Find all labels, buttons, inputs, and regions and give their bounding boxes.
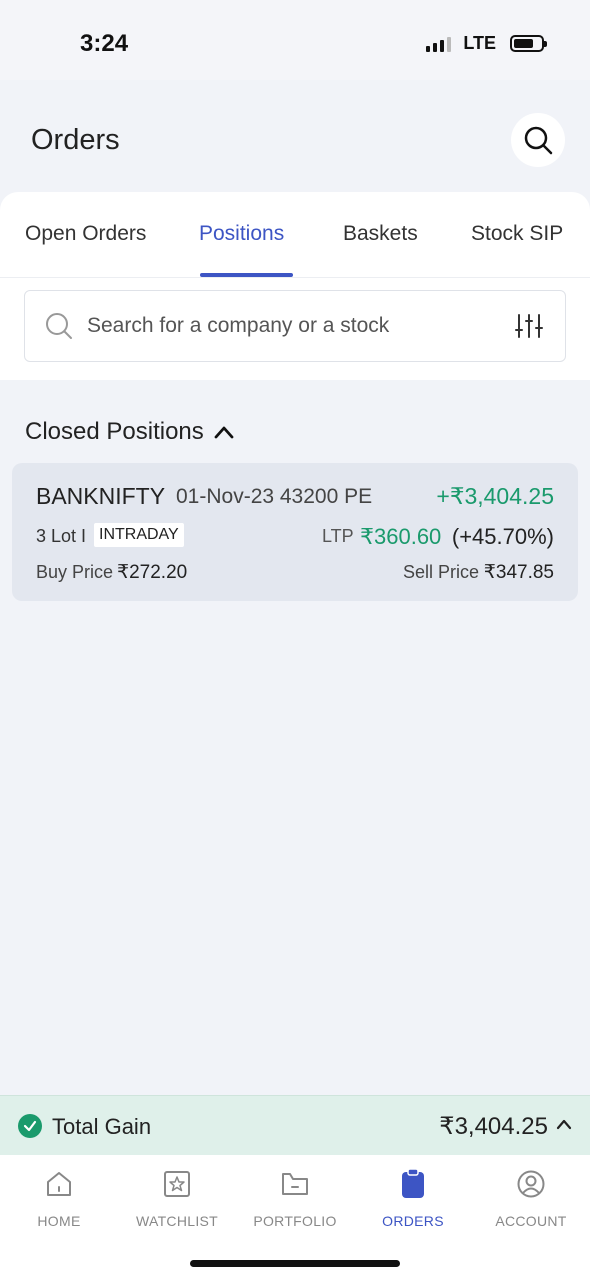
section-title: Closed Positions <box>25 418 204 445</box>
search-button[interactable] <box>511 113 565 167</box>
product-badge: INTRADAY <box>94 523 184 547</box>
closed-positions-toggle[interactable]: Closed Positions <box>25 418 234 446</box>
total-gain-value: ₹3,404.25 <box>439 1113 548 1140</box>
total-gain-bar[interactable]: Total Gain ₹3,404.25 <box>0 1095 590 1155</box>
search-icon <box>524 126 553 155</box>
nav-portfolio[interactable]: PORTFOLIO <box>236 1167 354 1229</box>
status-time: 3:24 <box>80 30 129 57</box>
buy-price-label: Buy Price <box>36 562 114 582</box>
position-contract: 01-Nov-23 43200 PE <box>176 485 373 508</box>
ltp-label: LTP <box>322 526 354 546</box>
chevron-up-icon <box>214 426 234 439</box>
star-icon <box>164 1171 190 1197</box>
nav-label: ACCOUNT <box>495 1213 567 1229</box>
home-icon <box>47 1172 71 1196</box>
search-placeholder: Search for a company or a stock <box>87 314 390 337</box>
active-tab-indicator <box>200 273 293 277</box>
position-card[interactable]: BANKNIFTY 01-Nov-23 43200 PE +₹3,404.25 … <box>12 463 578 601</box>
nav-label: WATCHLIST <box>135 1213 219 1229</box>
total-gain-label: Total Gain <box>52 1114 152 1139</box>
tabs-panel: Open Orders Positions Baskets Stock SIP … <box>0 192 590 380</box>
nav-account[interactable]: ACCOUNT <box>472 1167 590 1229</box>
battery-icon <box>510 35 547 52</box>
nav-label: PORTFOLIO <box>253 1213 337 1229</box>
status-indicators: LTE <box>426 33 547 54</box>
page-header: Orders <box>0 88 590 194</box>
position-pnl: +₹3,404.25 <box>436 483 554 509</box>
folder-icon <box>282 1173 308 1195</box>
tab-positions[interactable]: Positions <box>199 222 284 246</box>
nav-home[interactable]: HOME <box>0 1167 118 1229</box>
buy-price-value: ₹272.20 <box>117 562 188 583</box>
ltp-change: (+45.70%) <box>451 524 554 549</box>
nav-label: HOME <box>37 1213 81 1229</box>
filter-icon[interactable] <box>515 313 543 339</box>
chevron-up-icon <box>556 1119 572 1130</box>
position-lot: 3 Lot I <box>36 526 87 546</box>
nav-watchlist[interactable]: WATCHLIST <box>118 1167 236 1229</box>
sell-price-value: ₹347.85 <box>483 562 554 583</box>
search-input[interactable]: Search for a company or a stock <box>24 290 566 362</box>
tab-open-orders[interactable]: Open Orders <box>25 222 146 246</box>
tab-baskets[interactable]: Baskets <box>343 222 418 246</box>
signal-icon <box>426 36 452 52</box>
clipboard-icon <box>402 1168 424 1198</box>
sell-price-label: Sell Price <box>403 562 480 582</box>
order-tabs: Open Orders Positions Baskets Stock SIP <box>0 192 590 278</box>
tab-stock-sip[interactable]: Stock SIP <box>471 222 563 246</box>
check-circle-icon <box>18 1114 42 1138</box>
position-symbol: BANKNIFTY <box>36 483 166 509</box>
nav-label: ORDERS <box>382 1213 444 1229</box>
network-label: LTE <box>463 33 496 53</box>
nav-orders[interactable]: ORDERS <box>354 1167 472 1229</box>
page-title: Orders <box>31 124 120 156</box>
home-indicator <box>190 1260 400 1267</box>
search-icon <box>46 313 72 339</box>
user-icon <box>517 1170 545 1198</box>
status-bar: 3:24 LTE <box>0 0 590 80</box>
ltp-value: ₹360.60 <box>360 524 442 549</box>
